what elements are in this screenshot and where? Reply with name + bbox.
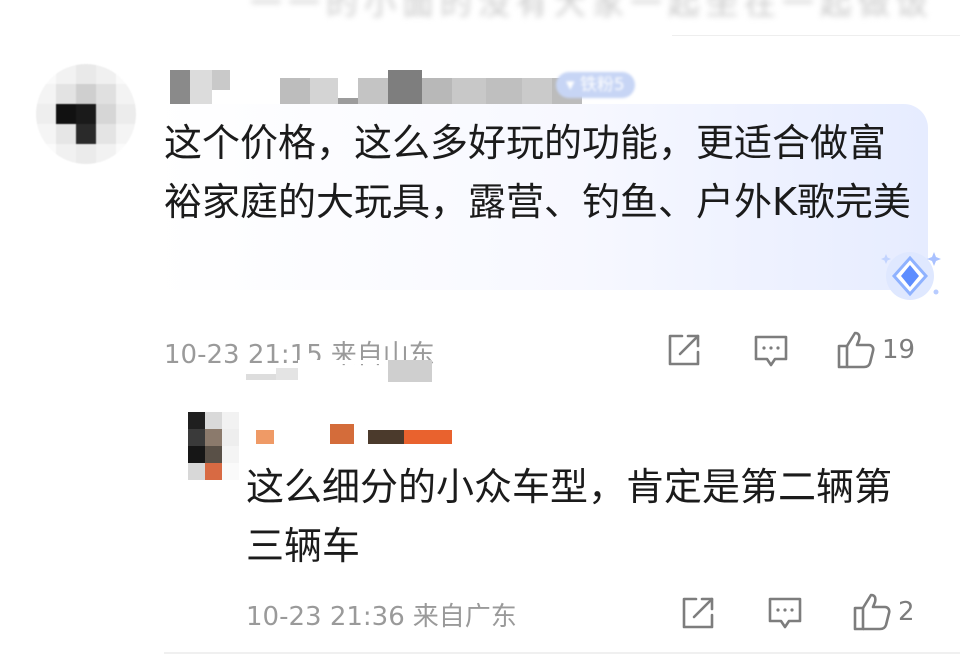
comment-icon [768,597,802,629]
like-count: 19 [882,335,916,365]
sparkle-diamond-icon [881,252,941,300]
avatar[interactable] [36,64,136,164]
share-icon [668,334,700,366]
fan-badge: ▾ 铁粉5 [556,72,635,98]
comment-text: 这个价格，这么多好玩的功能，更适合做富裕家庭的大玩具，露营、钓鱼、户外K歌完美 [164,121,911,224]
comment-meta: 10-23 21:36 来自广东 [246,596,517,633]
like-button[interactable]: 2 [852,592,915,632]
share-icon [682,597,714,629]
avatar[interactable] [188,412,239,482]
location: 来自广东 [412,602,517,632]
cropped-previous-comment: 一一的小面的没有大家一起坐在一起做饭 [250,0,935,22]
timestamp: 10-23 21:36 [246,602,405,632]
divider [164,652,960,654]
reply-button[interactable] [766,594,804,632]
thumbs-up-icon [853,593,891,631]
comment-icon [754,335,788,367]
comment-thread: 一一的小面的没有大家一起坐在一起做饭 ▾ 铁粉5 这个价格，这么多好玩的功能，更… [0,0,960,657]
like-button[interactable]: 19 [836,330,915,370]
comment-text: 这么细分的小众车型，肯定是第二辆第三辆车 [246,465,893,568]
divider [672,35,960,36]
share-button[interactable] [680,595,718,631]
mosaic-overlay [246,360,432,384]
share-button[interactable] [666,332,704,368]
reply-button[interactable] [752,332,790,370]
thumbs-up-icon [837,331,875,369]
username-redacted[interactable] [256,412,452,446]
like-count: 2 [898,597,915,627]
username-redacted[interactable] [170,70,582,106]
